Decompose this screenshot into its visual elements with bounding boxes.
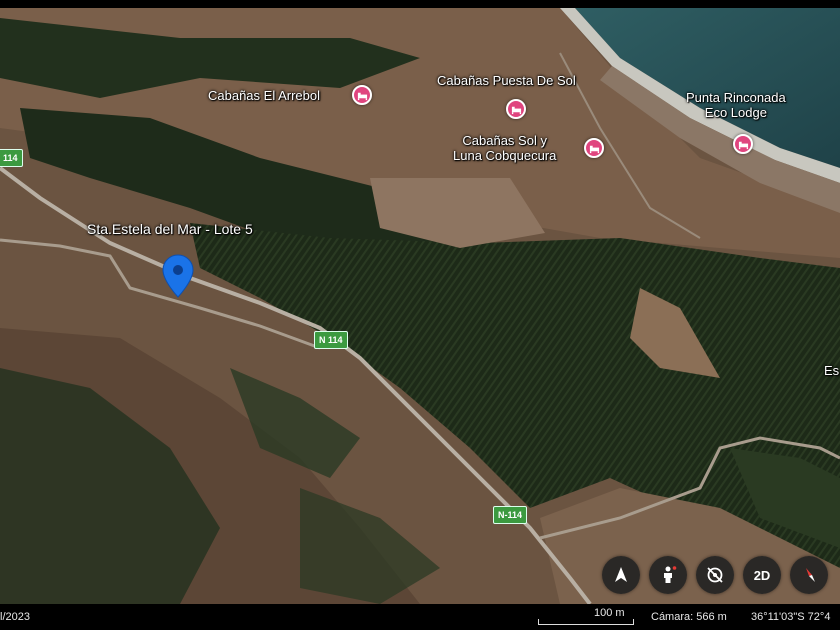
- rotate-tilt-icon: [707, 567, 723, 583]
- pin-label[interactable]: Sta.Estela del Mar - Lote 5: [87, 222, 253, 237]
- road-shield-114: 114: [0, 149, 23, 167]
- lodging-icon[interactable]: [506, 99, 526, 119]
- rotate-tilt-button[interactable]: [696, 556, 734, 594]
- view-2d-button[interactable]: 2D: [743, 556, 781, 594]
- lodging-icon[interactable]: [352, 85, 372, 105]
- poi-label-cabanas-sol-y-luna[interactable]: Cabañas Sol y Luna Cobquecura: [453, 133, 556, 163]
- lodging-icon[interactable]: [584, 138, 604, 158]
- imagery-date: l/2023: [0, 611, 30, 623]
- poi-label-line1: Cabañas Sol y: [462, 133, 547, 148]
- status-bar: l/2023 100 m Cámara: 566 m 36°11'03"S 72…: [0, 604, 840, 630]
- poi-label-line2: Eco Lodge: [704, 105, 767, 120]
- poi-label-punta-rinconada[interactable]: Punta Rinconada Eco Lodge: [686, 90, 786, 120]
- lodging-icon[interactable]: [733, 134, 753, 154]
- street-view-icon: [664, 566, 677, 583]
- poi-label-cabanas-puesta-de-sol[interactable]: Cabañas Puesta De Sol: [437, 73, 576, 88]
- compass-icon: [806, 568, 815, 582]
- poi-label-cabanas-el-arrebol[interactable]: Cabañas El Arrebol: [208, 88, 320, 103]
- street-view-button[interactable]: [649, 556, 687, 594]
- navigate-button[interactable]: [602, 556, 640, 594]
- camera-altitude: Cámara: 566 m: [651, 611, 727, 623]
- location-pin-icon[interactable]: [162, 254, 194, 298]
- poi-label-line2: Luna Cobquecura: [453, 148, 557, 163]
- navigate-icon: [615, 567, 627, 582]
- poi-label-line1: Punta Rinconada: [686, 90, 786, 105]
- road-shield-n114: N 114: [314, 331, 348, 349]
- scale-bar: [538, 619, 634, 625]
- satellite-map[interactable]: Cabañas El Arrebol Cabañas Puesta De Sol…: [0, 8, 840, 604]
- compass-button[interactable]: [790, 556, 828, 594]
- coordinates: 36°11'03"S 72°4: [751, 611, 831, 623]
- scale-label: 100 m: [594, 607, 625, 619]
- road-shield-n114-lower: N-114: [493, 506, 528, 524]
- edge-label-partial: Es: [824, 363, 840, 378]
